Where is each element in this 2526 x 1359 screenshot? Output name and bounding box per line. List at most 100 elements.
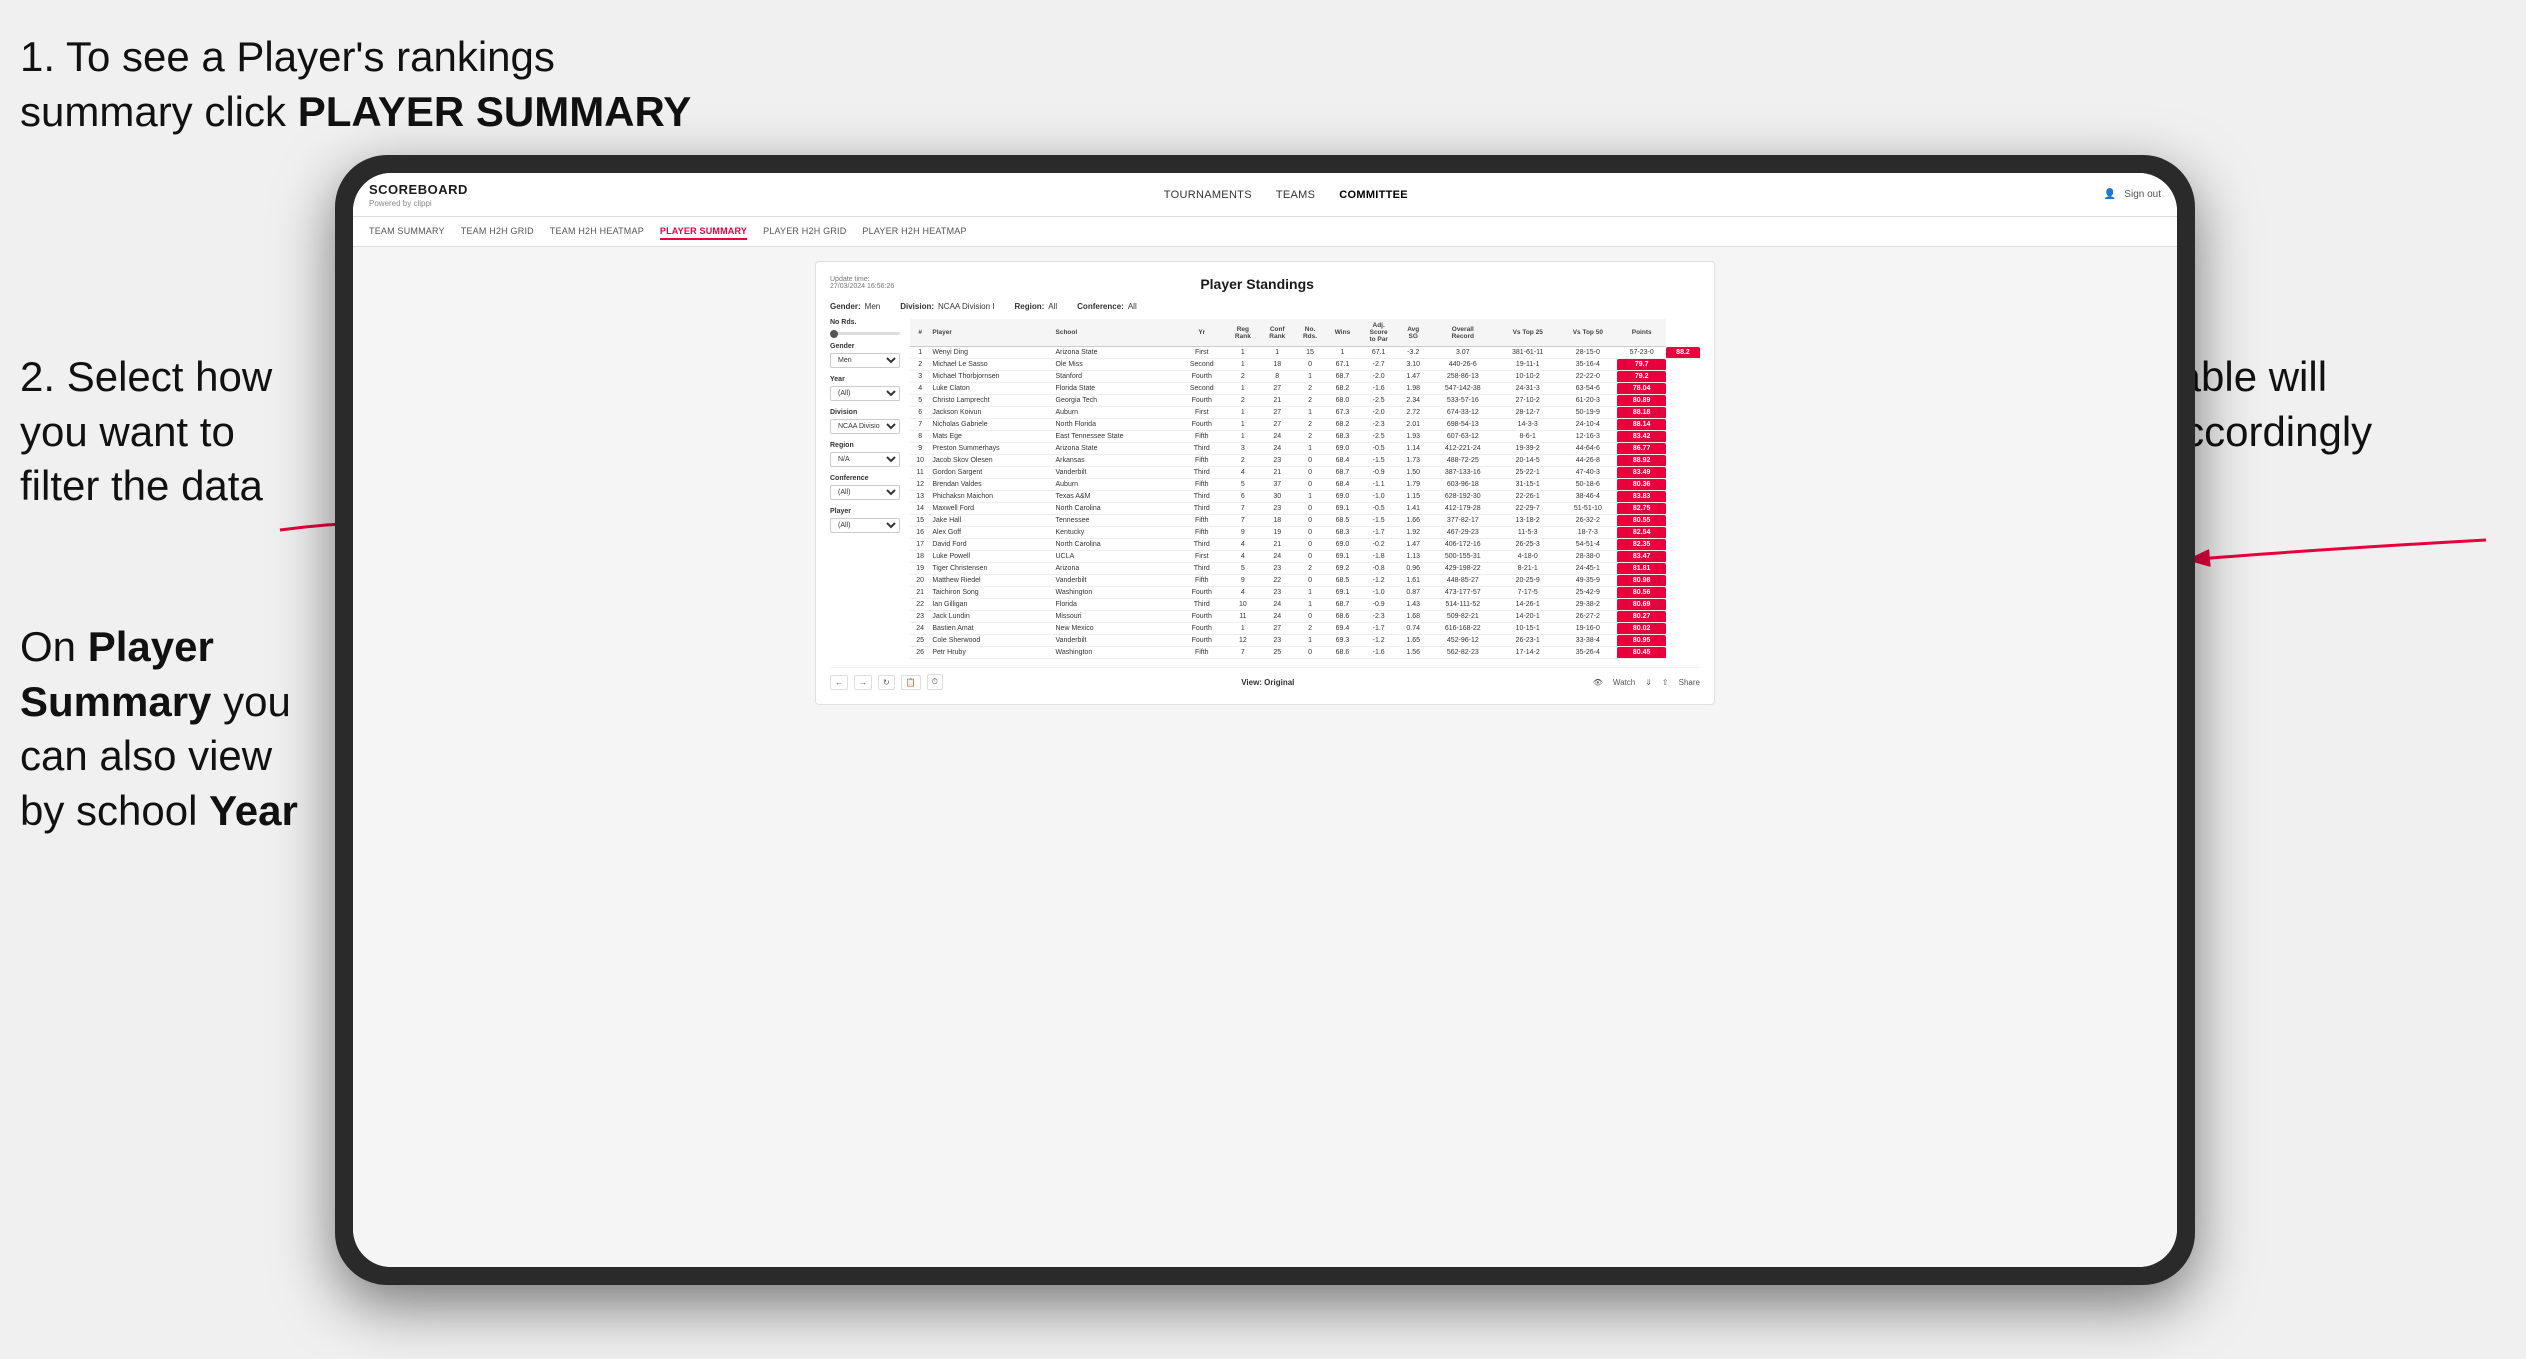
- table-cell: 10-10-2: [1497, 371, 1558, 383]
- logo-sub: Powered by clippi: [369, 199, 468, 208]
- table-row[interactable]: 4Luke ClatonFlorida StateSecond127268.2-…: [910, 383, 1700, 395]
- col-header-overall: OverallRecord: [1428, 319, 1497, 347]
- sidebar-division-select[interactable]: NCAA Division I: [830, 419, 900, 434]
- footer-view-label[interactable]: View: Original: [1241, 678, 1294, 687]
- table-row[interactable]: 11Gordon SargentVanderbiltThird421068.7-…: [910, 467, 1700, 479]
- table-cell: Fifth: [1178, 647, 1226, 659]
- table-cell: 0: [1294, 515, 1325, 527]
- table-cell: 387-133-16: [1428, 467, 1497, 479]
- table-cell: 69.1: [1326, 551, 1360, 563]
- sidebar-gender-select[interactable]: Men: [830, 353, 900, 368]
- table-row[interactable]: 22Ian GilliganFloridaThird1024168.7-0.91…: [910, 599, 1700, 611]
- table-cell: 8-21-1: [1497, 563, 1558, 575]
- sidebar-player-select[interactable]: (All): [830, 518, 900, 533]
- table-cell: -2.5: [1359, 395, 1398, 407]
- user-icon: 👤: [2104, 189, 2116, 200]
- table-cell: 88.14: [1617, 419, 1666, 431]
- table-cell: North Florida: [1054, 419, 1178, 431]
- table-cell: 674-33-12: [1428, 407, 1497, 419]
- table-row[interactable]: 18Luke PowellUCLAFirst424069.1-1.81.1350…: [910, 551, 1700, 563]
- table-row[interactable]: 23Jack LundinMissouriFourth1124068.6-2.3…: [910, 611, 1700, 623]
- standings-card: Update time: 27/03/2024 16:56:26 Player …: [815, 261, 1715, 705]
- table-cell: 22-26-1: [1497, 491, 1558, 503]
- table-row[interactable]: 16Alex GoffKentuckyFifth919068.3-1.71.92…: [910, 527, 1700, 539]
- nav-back-btn[interactable]: ←: [830, 675, 848, 690]
- watch-label[interactable]: Watch: [1613, 678, 1635, 687]
- table-row[interactable]: 21Taichiron SongWashingtonFourth423169.1…: [910, 587, 1700, 599]
- sub-nav-player-h2h-grid[interactable]: PLAYER H2H GRID: [763, 224, 846, 240]
- table-cell: 80.95: [1617, 635, 1666, 647]
- nav-teams[interactable]: TEAMS: [1276, 189, 1315, 201]
- table-cell: 1: [1294, 599, 1325, 611]
- sidebar-gender-label: Gender: [830, 343, 900, 350]
- nav-refresh-btn[interactable]: ↻: [878, 675, 895, 690]
- table-row[interactable]: 26Petr HrubyWashingtonFifth725068.6-1.61…: [910, 647, 1700, 659]
- table-row[interactable]: 3Michael ThorbjornsenStanfordFourth28168…: [910, 371, 1700, 383]
- sidebar-filters: No Rds. Gender Men: [830, 319, 900, 659]
- table-row[interactable]: 2Michael Le SassoOle MissSecond118067.1-…: [910, 359, 1700, 371]
- table-cell: 23: [1260, 455, 1294, 467]
- sidebar-region-select[interactable]: N/A: [830, 452, 900, 467]
- table-cell: Vanderbilt: [1054, 467, 1178, 479]
- table-cell: Washington: [1054, 647, 1178, 659]
- sign-out-link[interactable]: Sign out: [2124, 189, 2161, 200]
- sidebar-year-select[interactable]: (All): [830, 386, 900, 401]
- table-row[interactable]: 1Wenyi DingArizona StateFirst1115167.1-3…: [910, 347, 1700, 359]
- table-cell: Second: [1178, 383, 1226, 395]
- table-row[interactable]: 6Jackson KoivunAuburnFirst127167.3-2.02.…: [910, 407, 1700, 419]
- nav-forward-btn[interactable]: →: [854, 675, 872, 690]
- share-icon: ⇧: [1662, 678, 1669, 687]
- table-row[interactable]: 17David FordNorth CarolinaThird421069.0-…: [910, 539, 1700, 551]
- sub-nav-team-h2h-heatmap[interactable]: TEAM H2H HEATMAP: [550, 224, 644, 240]
- table-row[interactable]: 25Cole SherwoodVanderbiltFourth1223169.3…: [910, 635, 1700, 647]
- table-row[interactable]: 13Phichaksn MaichonTexas A&MThird630169.…: [910, 491, 1700, 503]
- table-cell: 1.98: [1398, 383, 1428, 395]
- sub-nav-team-summary[interactable]: TEAM SUMMARY: [369, 224, 445, 240]
- table-cell: 26-25-3: [1497, 539, 1558, 551]
- table-cell: 1.50: [1398, 467, 1428, 479]
- table-row[interactable]: 24Bastien AmatNew MexicoFourth127269.4-1…: [910, 623, 1700, 635]
- sub-nav-player-summary[interactable]: PLAYER SUMMARY: [660, 224, 747, 240]
- table-cell: 25-42-9: [1558, 587, 1617, 599]
- no-rds-slider[interactable]: [830, 332, 900, 335]
- table-cell: -0.8: [1359, 563, 1398, 575]
- col-header-vs-top25: Vs Top 25: [1497, 319, 1558, 347]
- table-cell: 258-86-13: [1428, 371, 1497, 383]
- table-cell: 24: [1260, 431, 1294, 443]
- table-row[interactable]: 8Mats EgeEast Tennessee StateFifth124268…: [910, 431, 1700, 443]
- table-row[interactable]: 20Matthew RiedelVanderbiltFifth922068.5-…: [910, 575, 1700, 587]
- table-cell: 47-40-3: [1558, 467, 1617, 479]
- table-cell: 8: [1260, 371, 1294, 383]
- nav-copy-btn[interactable]: 📋: [901, 675, 921, 690]
- table-cell: 80.89: [1617, 395, 1666, 407]
- table-cell: Fourth: [1178, 395, 1226, 407]
- table-row[interactable]: 15Jake HallTennesseeFifth718068.5-1.51.6…: [910, 515, 1700, 527]
- table-row[interactable]: 19Tiger ChristensenArizonaThird523269.2-…: [910, 563, 1700, 575]
- card-title: Player Standings: [1200, 276, 1314, 292]
- sub-nav-player-h2h-heatmap[interactable]: PLAYER H2H HEATMAP: [862, 224, 966, 240]
- table-cell: 10: [910, 455, 930, 467]
- table-row[interactable]: 14Maxwell FordNorth CarolinaThird723069.…: [910, 503, 1700, 515]
- table-cell: 83.47: [1617, 551, 1666, 563]
- table-row[interactable]: 12Brendan ValdesAuburnFifth537068.4-1.11…: [910, 479, 1700, 491]
- table-cell: Bastien Amat: [930, 623, 1053, 635]
- table-cell: 13-18-2: [1497, 515, 1558, 527]
- table-row[interactable]: 9Preston SummerhaysArizona StateThird324…: [910, 443, 1700, 455]
- table-cell: 35-16-4: [1558, 359, 1617, 371]
- table-row[interactable]: 7Nicholas GabrieleNorth FloridaFourth127…: [910, 419, 1700, 431]
- table-cell: -1.0: [1359, 587, 1398, 599]
- table-cell: 3.07: [1428, 347, 1497, 359]
- col-header-school: School: [1054, 319, 1178, 347]
- table-row[interactable]: 5Christo LamprechtGeorgia TechFourth2212…: [910, 395, 1700, 407]
- sub-nav-team-h2h-grid[interactable]: TEAM H2H GRID: [461, 224, 534, 240]
- conference-filter-value: All: [1128, 302, 1137, 311]
- table-cell: Vanderbilt: [1054, 635, 1178, 647]
- nav-tournaments[interactable]: TOURNAMENTS: [1164, 189, 1252, 201]
- share-label[interactable]: Share: [1679, 678, 1700, 687]
- table-cell: 698-54-13: [1428, 419, 1497, 431]
- nav-committee[interactable]: COMMITTEE: [1339, 189, 1408, 201]
- table-row[interactable]: 10Jacob Skov OlesenArkansasFifth223068.4…: [910, 455, 1700, 467]
- sidebar-conference-select[interactable]: (All): [830, 485, 900, 500]
- table-cell: Tiger Christensen: [930, 563, 1053, 575]
- nav-clock-btn[interactable]: ⏱: [927, 674, 943, 690]
